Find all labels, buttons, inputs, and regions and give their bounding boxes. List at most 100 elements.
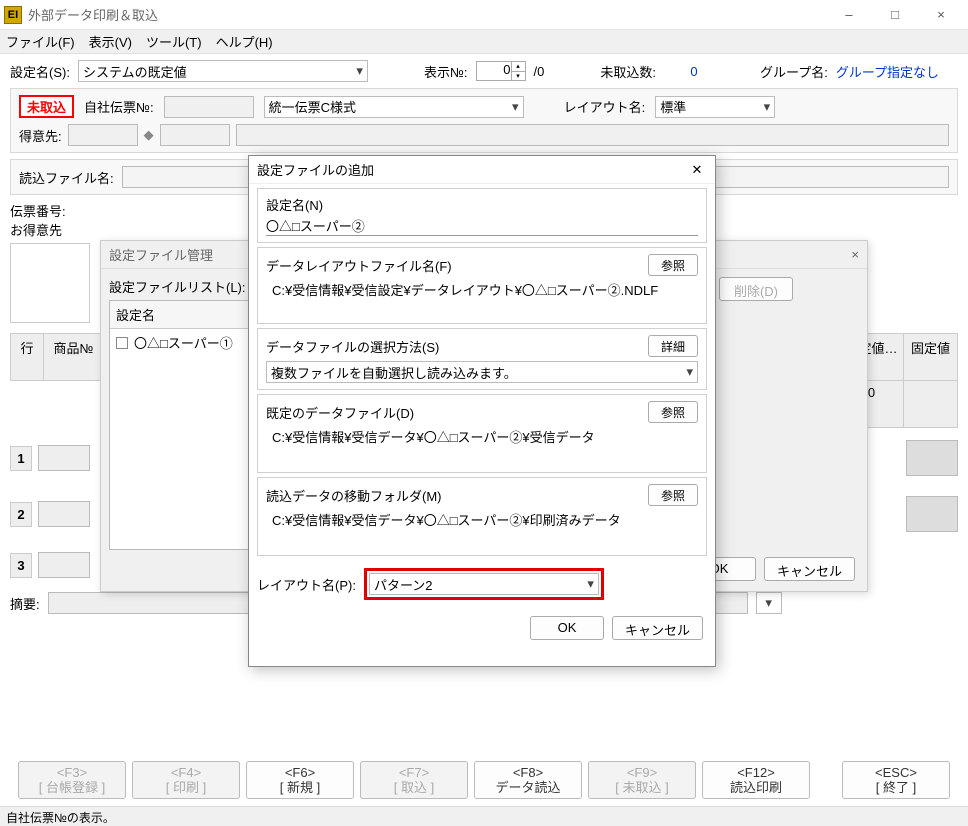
dlg2-layout-highlight: パターン2 ▾ — [364, 568, 604, 600]
row-3: 3 — [10, 553, 32, 578]
cell-2r[interactable] — [906, 496, 958, 532]
function-keys: <F3>[ 台帳登録 ] <F4>[ 印刷 ] <F6>[ 新規 ] <F7>[… — [0, 756, 968, 804]
f4-button[interactable]: <F4>[ 印刷 ] — [132, 761, 240, 799]
menu-view[interactable]: 表示(V) — [89, 32, 132, 51]
spin-up-icon[interactable]: ▴ — [512, 62, 525, 72]
dlg2-layout-value: パターン2 — [374, 575, 433, 594]
settingname-combo[interactable]: システムの既定値 ▾ — [78, 60, 368, 82]
dlg2-layoutfile-section: データレイアウトファイル名(F) 参照 C:¥受信情報¥受信設定¥データレイアウ… — [257, 247, 707, 324]
summary-combo[interactable]: ▾ — [756, 592, 782, 614]
dlg1-title: 設定ファイル管理 — [109, 245, 213, 264]
ownslip-field[interactable] — [164, 96, 254, 118]
dlg2-movedir-value: C:¥受信情報¥受信データ¥〇△□スーパー②¥印刷済みデータ — [266, 506, 698, 549]
chevron-down-icon: ▾ — [356, 63, 363, 79]
dlg2-ok-button[interactable]: OK — [530, 616, 604, 640]
format-combo[interactable]: 統一伝票C様式 ▾ — [264, 96, 524, 118]
displayno-spin[interactable]: 0 ▴▾ — [476, 61, 526, 81]
settingname-value: システムの既定値 — [83, 62, 187, 81]
col-zero2 — [904, 381, 958, 428]
dlg2-close-button[interactable]: ✕ — [687, 162, 707, 178]
dlg2-defdata-label: 既定のデータファイル(D) — [266, 403, 414, 422]
displayno-total: /0 — [534, 64, 545, 79]
slipno-label: 伝票番号: — [10, 204, 66, 219]
dlg2-defdata-value: C:¥受信情報¥受信データ¥〇△□スーパー②¥受信データ — [266, 423, 698, 466]
dlg2-selmethod-combo[interactable]: 複数ファイルを自動選択し読み込みます。 ▾ — [266, 361, 698, 383]
customer-sub[interactable] — [160, 124, 230, 146]
ownslip-label: 自社伝票№: — [84, 97, 154, 116]
customer-code[interactable] — [68, 124, 138, 146]
menu-file[interactable]: ファイル(F) — [6, 32, 75, 51]
spin-down-icon[interactable]: ▾ — [512, 72, 525, 81]
f7-button[interactable]: <F7>[ 取込 ] — [360, 761, 468, 799]
dlg1-item-1-label: 〇△□スーパー① — [134, 333, 233, 352]
chevron-down-icon: ▾ — [512, 99, 519, 115]
menu-bar: ファイル(F) 表示(V) ツール(T) ヘルプ(H) — [0, 30, 968, 54]
dlg2-selmethod-value: 複数ファイルを自動選択し読み込みます。 — [271, 363, 517, 382]
layout-combo[interactable]: 標準 ▾ — [655, 96, 775, 118]
dlg2-cancel-button[interactable]: キャンセル — [612, 616, 703, 640]
f12-button[interactable]: <F12>読込印刷 — [702, 761, 810, 799]
chevron-down-icon: ▾ — [765, 595, 772, 611]
row-2: 2 — [10, 502, 32, 527]
cell-3[interactable] — [38, 552, 90, 578]
chevron-down-icon: ▾ — [764, 99, 771, 115]
dlg1-delete-button[interactable]: 削除(D) — [719, 277, 793, 301]
displayno-label: 表示№: — [424, 62, 468, 81]
dlg2-name-section: 設定名(N) 〇△□スーパー② — [257, 188, 707, 243]
close-button[interactable]: × — [918, 0, 964, 30]
dlg2-layout-label: レイアウト名(P): — [257, 575, 356, 594]
dlg2-name-label: 設定名(N) — [266, 195, 698, 214]
menu-help[interactable]: ヘルプ(H) — [216, 32, 273, 51]
dlg2-defdata-browse-button[interactable]: 参照 — [648, 401, 698, 423]
window-title: 外部データ印刷＆取込 — [28, 5, 826, 24]
cell-2[interactable] — [38, 501, 90, 527]
window-titlebar: EI 外部データ印刷＆取込 – □ × — [0, 0, 968, 30]
summary-label: 摘要: — [10, 594, 40, 613]
otokui-label: お得意先 — [10, 223, 62, 238]
dlg2-selmethod-label: データファイルの選択方法(S) — [266, 337, 439, 356]
notimported-value: 0 — [664, 64, 724, 79]
dlg2-defdata-section: 既定のデータファイル(D) 参照 C:¥受信情報¥受信データ¥〇△□スーパー②¥… — [257, 394, 707, 473]
otokui-panel — [10, 243, 90, 323]
readfile-label: 読込ファイル名: — [19, 168, 114, 187]
group-value[interactable]: グループ指定なし — [836, 62, 939, 81]
col-row: 行 — [10, 333, 44, 381]
f3-button[interactable]: <F3>[ 台帳登録 ] — [18, 761, 126, 799]
dlg2-layoutfile-value: C:¥受信情報¥受信設定¥データレイアウト¥〇△□スーパー②.NDLF — [266, 276, 698, 317]
dlg2-movedir-section: 読込データの移動フォルダ(M) 参照 C:¥受信情報¥受信データ¥〇△□スーパー… — [257, 477, 707, 556]
header-box: 未取込 自社伝票№: 統一伝票C様式 ▾ レイアウト名: 標準 ▾ 得意先: ◆ — [10, 88, 958, 153]
col-dummy3: 固定値 — [904, 333, 958, 381]
esc-button[interactable]: <ESC>[ 終了 ] — [842, 761, 950, 799]
chevron-down-icon: ▾ — [686, 364, 693, 380]
f8-button[interactable]: <F8>データ読込 — [474, 761, 582, 799]
checkbox-icon[interactable] — [116, 337, 128, 349]
dlg1-close-button[interactable]: × — [851, 247, 859, 262]
notimported-label: 未取込数: — [600, 62, 656, 81]
row-1: 1 — [10, 446, 32, 471]
dialog-file-add: 設定ファイルの追加 ✕ 設定名(N) 〇△□スーパー② データレイアウトファイル… — [248, 155, 716, 667]
dlg2-name-field[interactable]: 〇△□スーパー② — [266, 214, 698, 236]
f9-button[interactable]: <F9>[ 未取込 ] — [588, 761, 696, 799]
dlg2-selmethod-detail-button[interactable]: 詳細 — [648, 335, 698, 357]
dlg1-cancel-button[interactable]: キャンセル — [764, 557, 855, 581]
f6-button[interactable]: <F6>[ 新規 ] — [246, 761, 354, 799]
menu-tool[interactable]: ツール(T) — [146, 32, 202, 51]
group-label: グループ名: — [760, 62, 828, 81]
customer-label: 得意先: — [19, 126, 62, 145]
displayno-value: 0 — [503, 62, 510, 77]
col-item: 商品№ — [44, 333, 104, 381]
settingname-label: 設定名(S): — [10, 62, 70, 81]
dlg2-selmethod-section: データファイルの選択方法(S) 詳細 複数ファイルを自動選択し読み込みます。 ▾ — [257, 328, 707, 390]
cell-1[interactable] — [38, 445, 90, 471]
notimported-badge: 未取込 — [19, 95, 74, 118]
customer-name[interactable] — [236, 124, 949, 146]
dlg2-layoutfile-label: データレイアウトファイル名(F) — [266, 256, 452, 275]
dlg2-layout-combo[interactable]: パターン2 ▾ — [369, 573, 599, 595]
minimize-button[interactable]: – — [826, 0, 872, 30]
chevron-down-icon: ▾ — [587, 576, 594, 592]
cell-1r[interactable] — [906, 440, 958, 476]
maximize-button[interactable]: □ — [872, 0, 918, 30]
dlg2-movedir-browse-button[interactable]: 参照 — [648, 484, 698, 506]
layout-value: 標準 — [660, 97, 686, 116]
dlg2-layoutfile-browse-button[interactable]: 参照 — [648, 254, 698, 276]
